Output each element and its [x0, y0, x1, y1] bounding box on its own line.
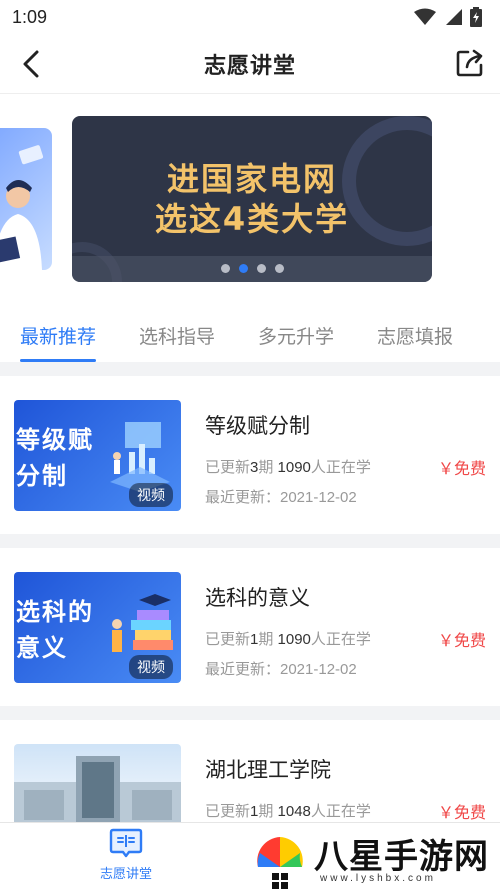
site-watermark: 八星手游网 www.lyshbx.com: [250, 827, 500, 889]
course-title: 等级赋分制: [205, 415, 310, 438]
status-bar: 1:09: [0, 0, 500, 34]
books-illustration: [112, 594, 173, 652]
nav-label: 志愿讲堂: [99, 866, 152, 881]
banner-main-slide[interactable]: 进国家电网 选这4类大学: [72, 116, 432, 282]
status-icons: [414, 7, 482, 27]
back-arrow-icon: [23, 50, 39, 78]
thumbnail-caption: 选科的 意义: [16, 597, 94, 662]
course-title: 选科的意义: [205, 587, 310, 610]
battery-icon: [470, 7, 482, 27]
course-price: ￥免费: [437, 633, 486, 650]
watermark-url: www.lyshbx.com: [320, 873, 436, 884]
person-illustration: [0, 145, 44, 270]
course-item[interactable]: 湖北理工学院 已更新1期 1048人正在学 ￥免费: [0, 720, 500, 822]
share-button[interactable]: [454, 47, 486, 79]
tab-diversified-admission[interactable]: 多元升学: [258, 310, 334, 362]
status-time: 1:09: [12, 6, 48, 27]
app-header: 志愿讲堂: [0, 34, 500, 94]
carousel-dot[interactable]: [274, 264, 284, 273]
course-info: 湖北理工学院 已更新1期 1048人正在学 ￥免费: [205, 744, 486, 822]
watermark-logo: [257, 837, 303, 889]
course-updated-date: 最近更新：2021-12-02: [205, 489, 357, 506]
banner-decoration: [342, 116, 432, 246]
data-chart-illustration: [110, 422, 170, 492]
tab-latest-recommend[interactable]: 最新推荐: [20, 310, 97, 362]
course-info: 等级赋分制 已更新3期 1090人正在学 最近更新：2021-12-02 ￥免费: [205, 400, 486, 534]
course-price: ￥免费: [437, 461, 486, 478]
carousel-dot[interactable]: [256, 264, 266, 273]
course-item[interactable]: 选科的 意义 视频 选科的意义 已更新1期 1090人正在学 最近更新：2021-…: [0, 548, 500, 706]
carousel-dot[interactable]: [220, 264, 230, 273]
page-title: 志愿讲堂: [203, 52, 296, 78]
banner-carousel[interactable]: 进国家电网 选这4类大学: [0, 95, 500, 295]
book-chat-icon: [109, 828, 143, 858]
banner-headline-line2: 选这4类大学: [154, 200, 350, 238]
carousel-dot[interactable]: [238, 264, 248, 273]
wifi-icon: [414, 8, 436, 25]
back-button[interactable]: [16, 49, 46, 79]
campus-building-photo: [14, 756, 181, 822]
course-item[interactable]: 等级赋 分制 视频 等级赋分制 已更新3期 1090人正在学 最近更新：2021-…: [0, 376, 500, 534]
course-info: 选科的意义 已更新1期 1090人正在学 最近更新：2021-12-02 ￥免费: [205, 572, 486, 706]
bottom-navigation: 志愿讲堂 八星手游网 www.lyshbx.com: [0, 822, 500, 889]
banner-headline-line1: 进国家电网: [166, 160, 337, 198]
course-thumbnail: [14, 744, 181, 822]
category-tabs: 最新推荐 选科指导 多元升学 志愿填报: [0, 310, 500, 362]
tab-subject-guidance[interactable]: 选科指导: [139, 310, 215, 362]
share-icon: [456, 49, 483, 77]
watermark-text: 八星手游网: [314, 837, 489, 877]
banner-previous-slide[interactable]: [0, 128, 52, 270]
tab-application-filling[interactable]: 志愿填报: [377, 310, 453, 362]
signal-icon: [446, 9, 462, 25]
video-tag: 视频: [129, 655, 173, 679]
course-thumbnail: 选科的 意义 视频: [14, 572, 181, 683]
course-updated-date: 最近更新：2021-12-02: [205, 661, 357, 678]
thumbnail-caption: 等级赋 分制: [16, 425, 94, 490]
course-thumbnail: 等级赋 分制 视频: [14, 400, 181, 511]
video-tag: 视频: [129, 483, 173, 507]
course-price: ￥免费: [437, 805, 486, 822]
course-list: 等级赋 分制 视频 等级赋分制 已更新3期 1090人正在学 最近更新：2021-…: [0, 362, 500, 822]
course-title: 湖北理工学院: [205, 759, 331, 782]
nav-item-lecture-hall[interactable]: 志愿讲堂: [90, 827, 162, 882]
carousel-indicator: [72, 264, 432, 273]
